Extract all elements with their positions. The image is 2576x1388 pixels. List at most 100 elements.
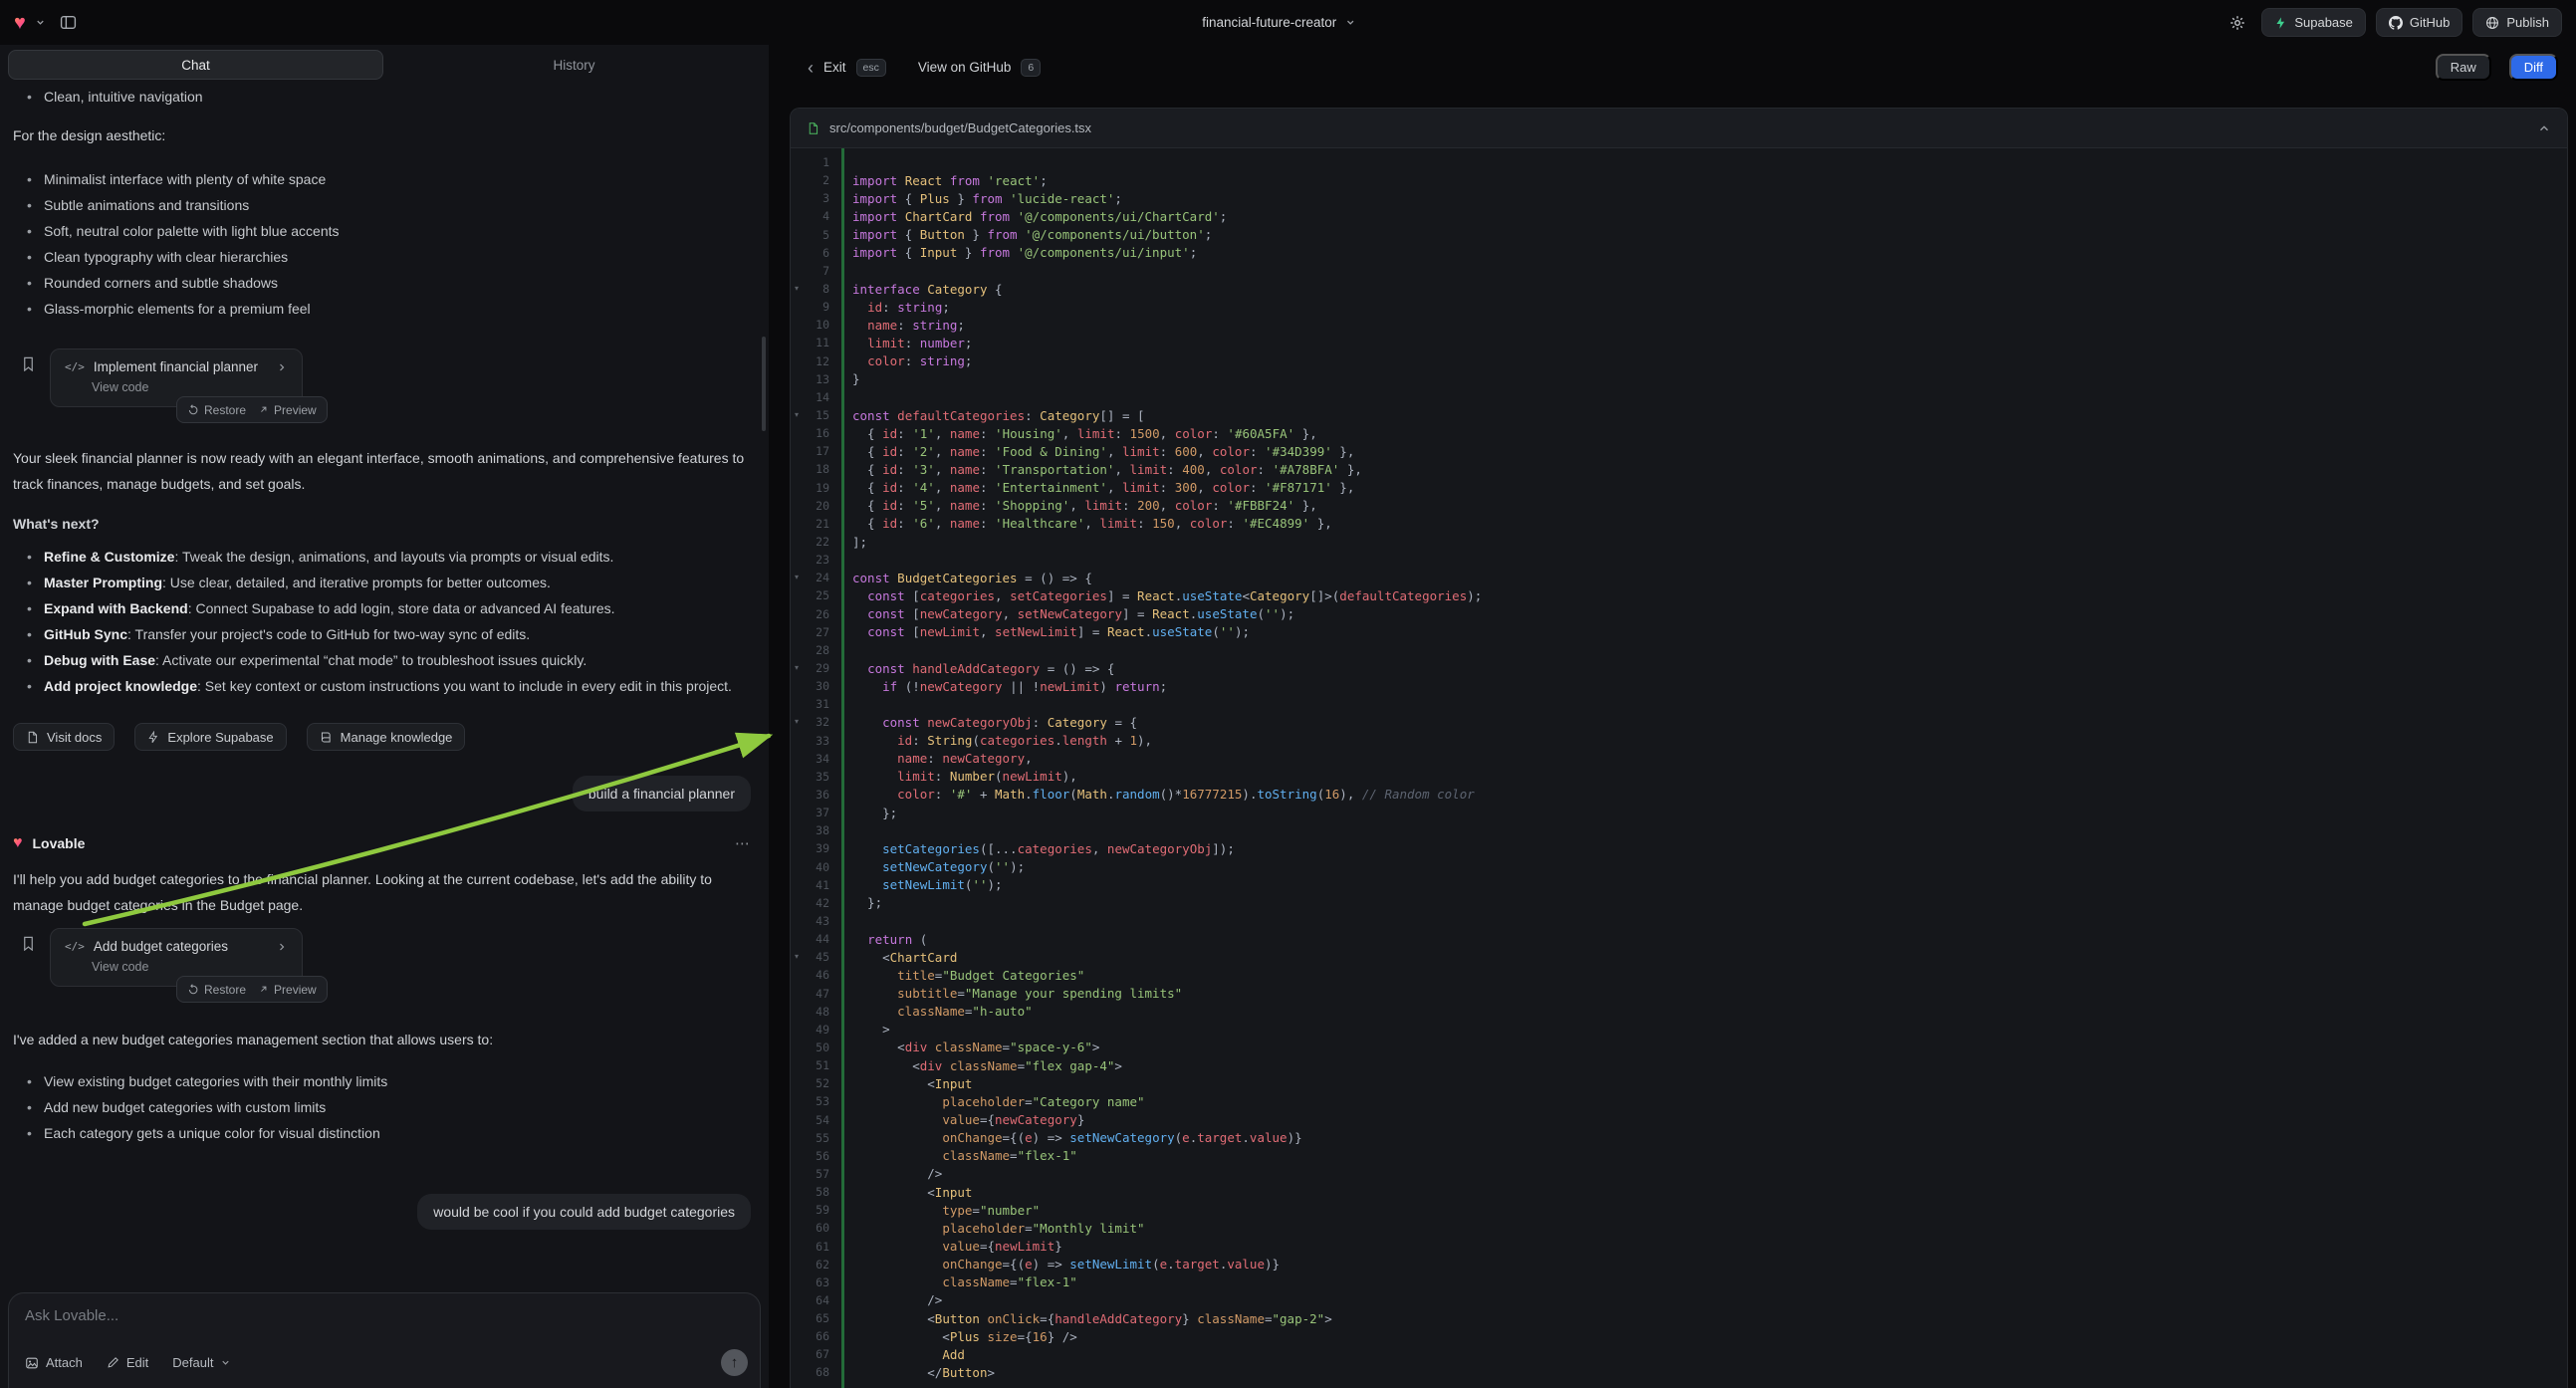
line-number: 3 [803, 191, 829, 205]
publish-button[interactable]: Publish [2472, 8, 2562, 37]
back-chevron-icon[interactable]: ‹ [808, 59, 814, 77]
panel-toggle-icon[interactable] [55, 9, 83, 37]
preview-button[interactable]: Preview [258, 983, 317, 997]
code-line: 34 name: newCategory, [791, 750, 2567, 768]
exit-button[interactable]: Exit [823, 60, 846, 75]
manage-knowledge-button[interactable]: Manage knowledge [307, 723, 466, 751]
restore-button[interactable]: Restore [187, 403, 246, 417]
code-line: 46 title="Budget Categories" [791, 966, 2567, 984]
code-text: { id: '5', name: 'Shopping', limit: 200,… [829, 498, 1317, 513]
line-number: 20 [803, 499, 829, 513]
line-number: 53 [803, 1094, 829, 1108]
line-number: 48 [803, 1005, 829, 1019]
file-header[interactable]: src/components/budget/BudgetCategories.t… [791, 109, 2567, 148]
line-number: 52 [803, 1076, 829, 1090]
bookmark-icon[interactable] [21, 356, 36, 407]
list-item: Add project knowledge: Set key context o… [26, 673, 756, 699]
design-heading: For the design aesthetic: [13, 122, 756, 148]
code-text: <Plus size={16} /> [829, 1329, 1077, 1344]
code-line: 13} [791, 370, 2567, 388]
raw-toggle-button[interactable]: Raw [2436, 54, 2491, 81]
project-name: financial-future-creator [1202, 15, 1336, 30]
attach-button[interactable]: Attach [25, 1355, 83, 1370]
code-text: }; [829, 895, 882, 910]
user-message-row: build a financial planner [13, 776, 756, 811]
view-code-link[interactable]: View code [92, 960, 288, 974]
chat-composer: Attach Edit Default ↑ [8, 1292, 761, 1388]
edit-card-implement-planner[interactable]: </> Implement financial planner View cod… [50, 348, 303, 407]
code-line: 63 className="flex-1" [791, 1273, 2567, 1291]
list-item: Expand with Backend: Connect Supabase to… [26, 595, 756, 621]
fold-caret-icon[interactable]: ▾ [791, 718, 803, 726]
chat-scrollbar[interactable] [762, 337, 766, 431]
edit-mode-button[interactable]: Edit [107, 1355, 148, 1370]
code-text: if (!newCategory || !newLimit) return; [829, 679, 1167, 694]
lovable-logo-heart-icon[interactable]: ♥ [14, 13, 26, 33]
settings-gear-icon[interactable] [2224, 9, 2251, 37]
line-number: 56 [803, 1149, 829, 1163]
tab-history[interactable]: History [387, 50, 761, 80]
fold-caret-icon[interactable]: ▾ [791, 664, 803, 672]
line-number: 49 [803, 1023, 829, 1037]
code-line: 31 [791, 695, 2567, 713]
chevron-right-icon[interactable] [276, 361, 288, 373]
code-text: color: '#' + Math.floor(Math.random()*16… [829, 787, 1475, 802]
fold-caret-icon[interactable]: ▾ [791, 411, 803, 419]
diff-toggle-button[interactable]: Diff [2509, 54, 2558, 81]
code-text: title="Budget Categories" [829, 968, 1084, 983]
restore-button[interactable]: Restore [187, 983, 246, 997]
code-icon: </> [65, 360, 85, 373]
line-number: 15 [803, 408, 829, 422]
line-number: 25 [803, 588, 829, 602]
chevron-right-icon[interactable] [276, 941, 288, 953]
code-text: { id: '4', name: 'Entertainment', limit:… [829, 480, 1354, 495]
fold-caret-icon[interactable]: ▾ [791, 953, 803, 961]
preview-button[interactable]: Preview [258, 403, 317, 417]
github-icon [2389, 16, 2403, 30]
view-code-link[interactable]: View code [92, 380, 288, 394]
line-number: 4 [803, 209, 829, 223]
line-number: 62 [803, 1258, 829, 1272]
model-selector[interactable]: Default [172, 1355, 231, 1370]
code-text: Add [829, 1347, 965, 1362]
code-line: ▾24const BudgetCategories = () => { [791, 569, 2567, 586]
supabase-button[interactable]: Supabase [2261, 8, 2366, 37]
visit-docs-button[interactable]: Visit docs [13, 723, 115, 751]
code-text: import { Button } from '@/components/ui/… [829, 227, 1212, 242]
code-text: className="flex-1" [829, 1148, 1077, 1163]
line-number: 57 [803, 1167, 829, 1181]
code-line: 21 { id: '6', name: 'Healthcare', limit:… [791, 515, 2567, 533]
code-line: 35 limit: Number(newLimit), [791, 768, 2567, 786]
fold-caret-icon[interactable]: ▾ [791, 574, 803, 581]
project-switcher[interactable]: financial-future-creator [1202, 15, 1355, 30]
tab-chat[interactable]: Chat [8, 50, 383, 80]
send-button[interactable]: ↑ [721, 1349, 748, 1376]
code-line: 1 [791, 153, 2567, 171]
chat-input[interactable] [25, 1307, 744, 1341]
line-number: 60 [803, 1221, 829, 1235]
code-text: import { Plus } from 'lucide-react'; [829, 191, 1122, 206]
code-line: 38 [791, 821, 2567, 839]
collapse-chevron-up-icon[interactable] [2537, 121, 2551, 135]
fold-caret-icon[interactable]: ▾ [791, 285, 803, 293]
code-text: setCategories([...categories, newCategor… [829, 841, 1235, 856]
line-number: 21 [803, 517, 829, 531]
list-item: Each category gets a unique color for vi… [26, 1120, 756, 1146]
bookmark-icon[interactable] [21, 936, 36, 987]
message-menu-icon[interactable]: ⋯ [735, 834, 756, 852]
intro-bullet-list: Clean, intuitive navigation [13, 84, 756, 110]
added-bullet-list: View existing budget categories with the… [13, 1068, 756, 1146]
code-text: onChange={(e) => setNewCategory(e.target… [829, 1130, 1302, 1145]
view-on-github-link[interactable]: View on GitHub [918, 60, 1012, 75]
explore-supabase-button[interactable]: Explore Supabase [134, 723, 286, 751]
code-line: 43 [791, 912, 2567, 930]
logo-chevron-down-icon[interactable] [35, 17, 46, 28]
edit-card-add-budget-categories[interactable]: </> Add budget categories View code Rest… [50, 928, 303, 987]
code-editor[interactable]: 12import React from 'react';3import { Pl… [791, 148, 2567, 1388]
code-line: 57 /> [791, 1165, 2567, 1183]
line-number: 64 [803, 1293, 829, 1307]
code-line: 62 onChange={(e) => setNewLimit(e.target… [791, 1256, 2567, 1273]
github-button[interactable]: GitHub [2376, 8, 2462, 37]
line-number: 8 [803, 282, 829, 296]
line-number: 29 [803, 661, 829, 675]
